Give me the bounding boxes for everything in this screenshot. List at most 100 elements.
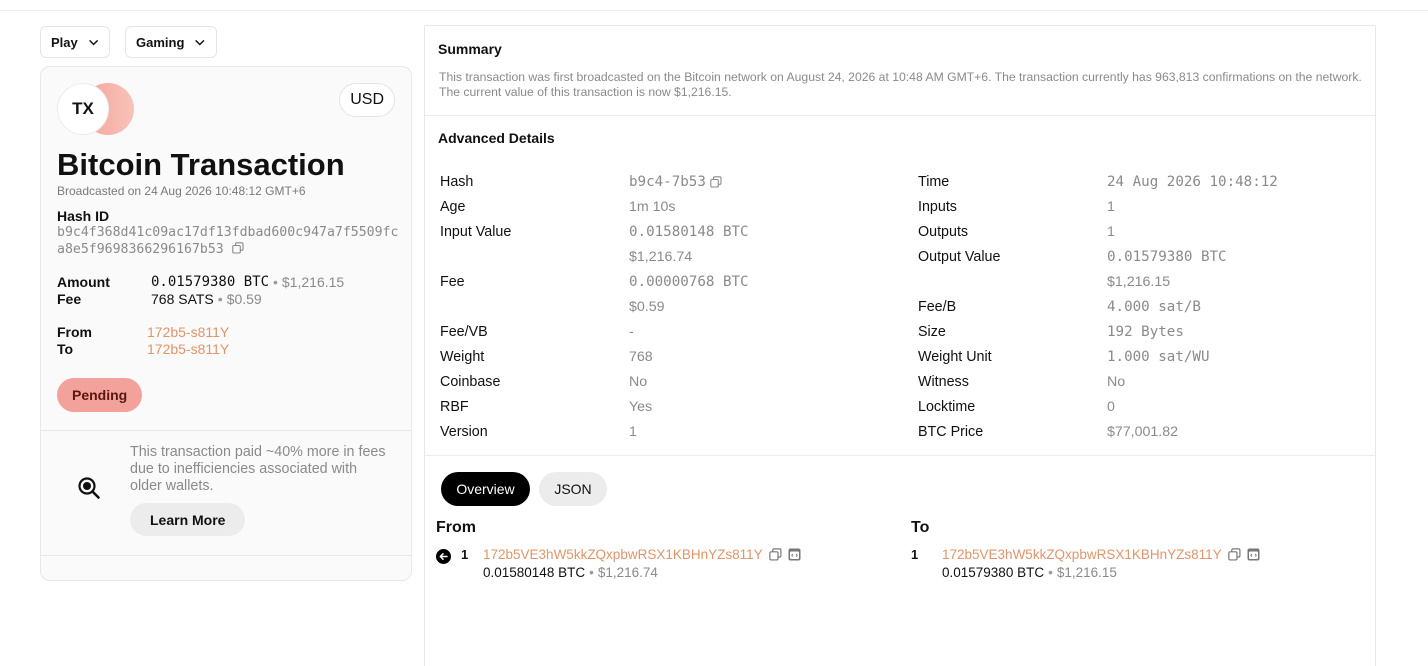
summary-title: Summary <box>438 41 502 57</box>
detail-value-text: 0.00000768 BTC <box>629 274 749 290</box>
detail-value-text: 1 <box>1107 199 1115 215</box>
detail-value: $77,001.82 <box>1107 424 1178 440</box>
detail-label: Output Value <box>918 249 1001 265</box>
play-dropdown[interactable]: Play <box>40 26 110 58</box>
detail-value-text: 1m 10s <box>629 199 676 215</box>
detail-value-text: No <box>629 374 648 390</box>
copy-icon[interactable] <box>231 242 244 254</box>
detail-value-text: 4.000 sat/B <box>1107 299 1201 315</box>
detail-value-text: 0.01580148 BTC <box>629 224 749 240</box>
output-usd: $1,216.15 <box>1056 565 1117 580</box>
detail-value: Yes <box>629 399 652 415</box>
details-panel: Summary This transaction was first broad… <box>424 25 1376 666</box>
copy-icon[interactable] <box>710 176 722 188</box>
card-divider <box>41 430 411 431</box>
hash-id-label: Hash ID <box>57 208 110 224</box>
detail-value: 1 <box>1107 199 1115 215</box>
detail-value-text: 0 <box>1107 399 1115 415</box>
detail-label: Fee/B <box>918 299 957 315</box>
detail-value: $0.59 <box>629 299 665 315</box>
to-row: To 172b5-s811Y <box>57 341 229 357</box>
detail-value-text: 24 Aug 2026 10:48:12 <box>1107 174 1278 190</box>
detail-value-text: 768 <box>629 349 653 365</box>
currency-button[interactable]: USD <box>339 83 395 117</box>
arrow-left-icon <box>436 549 451 564</box>
copy-icon[interactable] <box>1227 548 1241 561</box>
copy-icon[interactable] <box>768 548 782 561</box>
tab-json[interactable]: JSON <box>539 472 607 506</box>
page-title: Bitcoin Transaction <box>57 147 345 182</box>
output-address-link[interactable]: 172b5VE3hW5kkZQxpbwRSX1KBHnYZs811Y <box>942 547 1222 562</box>
detail-label: Age <box>440 199 466 215</box>
input-address-link[interactable]: 172b5VE3hW5kkZQxpbwRSX1KBHnYZs811Y <box>483 547 763 562</box>
detail-label: Locktime <box>918 399 976 415</box>
detail-label: Input Value <box>440 224 512 240</box>
amount-label: Amount <box>57 274 110 290</box>
fee-insight-text: This transaction paid ~40% more in fees … <box>130 444 386 494</box>
amount-usd: $1,216.15 <box>281 274 345 290</box>
detail-value-text: $1,216.15 <box>1107 274 1171 290</box>
detail-value: $1,216.15 <box>1107 274 1170 290</box>
code-icon[interactable] <box>788 548 801 561</box>
detail-value: 0.01579380 BTC <box>1107 249 1227 265</box>
detail-value-text: $1,216.74 <box>629 249 693 265</box>
detail-value: 1 <box>1107 224 1115 240</box>
separator-dot: • <box>1048 565 1053 580</box>
section-divider <box>425 115 1375 116</box>
detail-label: Fee/VB <box>440 324 488 340</box>
from-heading: From <box>436 519 476 536</box>
top-divider <box>0 10 1428 11</box>
detail-value: 1.000 sat/WU <box>1107 349 1210 365</box>
status-badge: Pending <box>57 378 143 412</box>
summary-text: This transaction was first broadcasted o… <box>439 70 1362 99</box>
detail-label: Coinbase <box>440 374 501 390</box>
code-icon[interactable] <box>1247 548 1260 561</box>
separator-dot: • <box>217 291 223 307</box>
section-divider <box>425 455 1375 456</box>
detail-value-text: No <box>1107 374 1126 390</box>
detail-value: 1 <box>629 424 637 440</box>
detail-value: b9c4-7b53 <box>629 174 722 190</box>
detail-value: 0 <box>1107 399 1115 415</box>
chevron-down-icon <box>88 39 98 46</box>
detail-value: 1m 10s <box>629 199 676 215</box>
detail-value-text: 192 Bytes <box>1107 324 1184 340</box>
card-divider <box>41 555 411 556</box>
detail-label: Witness <box>918 374 969 390</box>
to-address-link[interactable]: 172b5-s811Y <box>147 341 229 357</box>
detail-value: 768 <box>629 349 653 365</box>
from-row: From 172b5-s811Y <box>57 324 229 340</box>
output-row: 1 172b5VE3hW5kkZQxpbwRSX1KBHnYZs811Y <box>911 547 1260 562</box>
detail-value: 4.000 sat/B <box>1107 299 1201 315</box>
detail-label: Size <box>918 324 946 340</box>
detail-value-text: - <box>629 324 634 340</box>
detail-value: $1,216.74 <box>629 249 692 265</box>
detail-label: Weight <box>440 349 485 365</box>
detail-value-text: Yes <box>629 399 653 415</box>
output-index: 1 <box>911 547 919 562</box>
gaming-dropdown-label: Gaming <box>136 34 185 50</box>
learn-more-button[interactable]: Learn More <box>130 503 246 536</box>
detail-value-text: 1 <box>1107 224 1115 240</box>
detail-value-text: b9c4-7b53 <box>629 174 706 190</box>
input-usd: $1,216.74 <box>597 565 658 580</box>
output-amount: 0.01579380 BTC <box>942 565 1045 580</box>
input-row: 1 172b5VE3hW5kkZQxpbwRSX1KBHnYZs811Y <box>461 547 801 562</box>
amount-row: Amount 0.01579380 BTC • $1,216.15 <box>57 274 344 290</box>
from-address-link[interactable]: 172b5-s811Y <box>147 324 229 340</box>
detail-label: Time <box>918 174 950 190</box>
input-amount-row: 0.01580148 BTC • $1,216.74 <box>483 565 658 580</box>
gaming-dropdown[interactable]: Gaming <box>125 26 217 58</box>
detail-value: - <box>629 324 634 340</box>
detail-value-text: 1 <box>629 424 637 440</box>
detail-value-text: $77,001.82 <box>1107 424 1179 440</box>
separator-dot: • <box>273 274 278 290</box>
from-label: From <box>57 324 92 340</box>
to-heading: To <box>911 519 930 536</box>
play-dropdown-label: Play <box>51 34 78 50</box>
to-label: To <box>57 341 74 357</box>
transaction-card: TX USD Bitcoin Transaction Broadcasted o… <box>40 66 412 581</box>
tab-overview[interactable]: Overview <box>441 472 530 506</box>
advanced-details-title: Advanced Details <box>438 130 555 146</box>
output-amount-row: 0.01579380 BTC • $1,216.15 <box>942 565 1117 580</box>
